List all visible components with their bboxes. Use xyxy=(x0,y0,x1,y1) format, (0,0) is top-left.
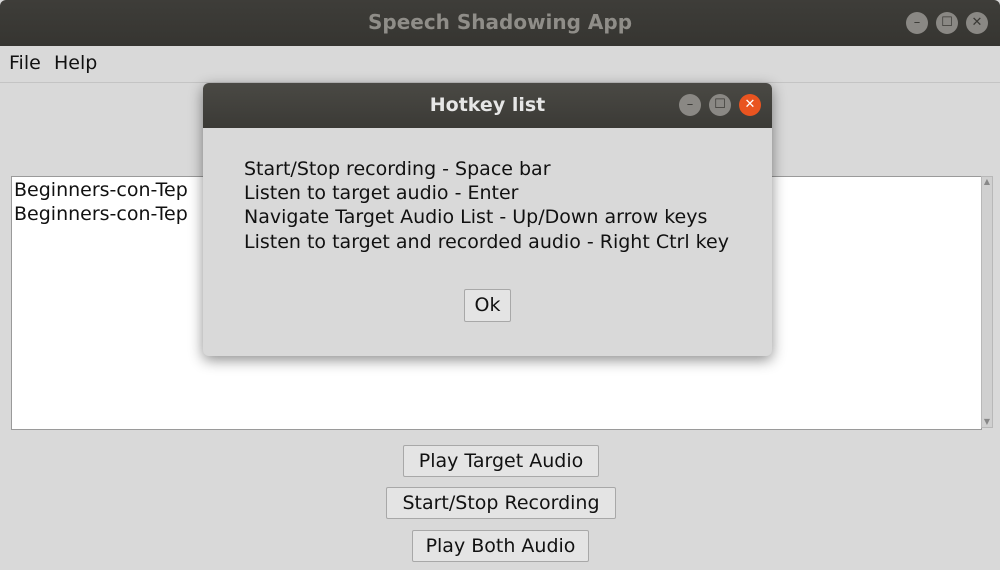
hotkey-line: Start/Stop recording - Space bar xyxy=(244,158,551,180)
list-item[interactable]: Beginners-con-Tep xyxy=(14,179,188,201)
menu-bar: File Help xyxy=(0,46,1000,83)
maximize-icon[interactable]: ☐ xyxy=(936,12,958,34)
menu-help[interactable]: Help xyxy=(54,52,97,74)
ok-button[interactable]: Ok xyxy=(464,289,511,322)
scroll-down-icon[interactable]: ▼ xyxy=(982,417,992,427)
list-scrollbar[interactable]: ▲ ▼ xyxy=(981,176,993,428)
window-titlebar[interactable]: Speech Shadowing App – ☐ ✕ xyxy=(0,0,1000,46)
menu-file[interactable]: File xyxy=(9,52,41,74)
list-item[interactable]: Beginners-con-Tep xyxy=(14,203,188,225)
minimize-icon[interactable]: – xyxy=(679,94,701,116)
close-icon[interactable]: ✕ xyxy=(739,94,761,116)
hotkey-line: Navigate Target Audio List - Up/Down arr… xyxy=(244,206,708,228)
minimize-icon[interactable]: – xyxy=(906,12,928,34)
close-icon[interactable]: ✕ xyxy=(966,12,988,34)
hotkey-line: Listen to target audio - Enter xyxy=(244,182,519,204)
scroll-up-icon[interactable]: ▲ xyxy=(982,177,992,187)
play-target-audio-button[interactable]: Play Target Audio xyxy=(403,445,599,477)
window-title: Speech Shadowing App xyxy=(367,10,633,34)
start-stop-recording-button[interactable]: Start/Stop Recording xyxy=(386,487,616,519)
maximize-icon[interactable]: ☐ xyxy=(709,94,731,116)
hotkey-dialog: Hotkey list – ☐ ✕ Start/Stop recording -… xyxy=(203,83,772,356)
hotkey-line: Listen to target and recorded audio - Ri… xyxy=(244,231,729,253)
dialog-titlebar[interactable]: Hotkey list – ☐ ✕ xyxy=(203,83,772,128)
play-both-audio-button[interactable]: Play Both Audio xyxy=(412,530,589,562)
